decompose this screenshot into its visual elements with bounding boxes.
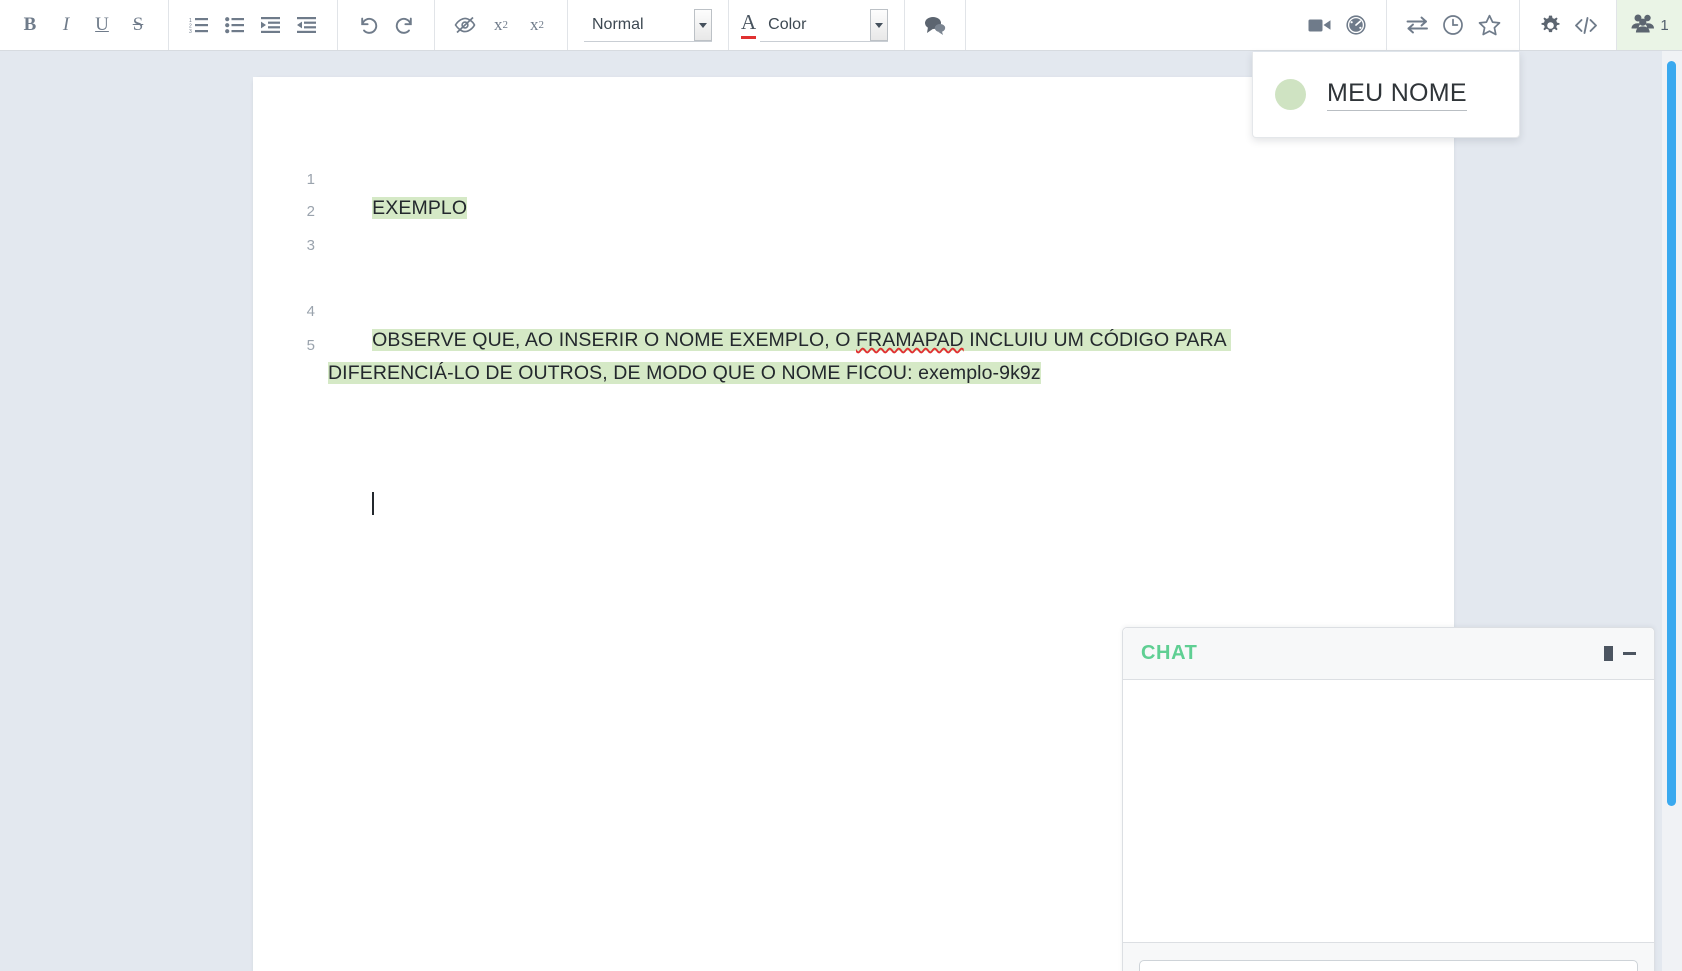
superscript-icon[interactable]: x2 — [483, 6, 519, 44]
ordered-list-icon[interactable]: 123 — [181, 6, 217, 44]
connected-users-count: 1 — [1660, 16, 1669, 34]
text-caret — [372, 492, 375, 515]
dashboard-gauge-icon[interactable] — [1338, 6, 1374, 44]
document-line-3[interactable]: OBSERVE QUE, AO INSERIR O NOME EXEMPLO, … — [328, 291, 1328, 423]
line-number: 1 — [306, 171, 315, 188]
scrollbar-thumb[interactable] — [1667, 61, 1676, 806]
editor-toolbar: B I U S 123 x2 x2 Normal A Color 1 — [0, 0, 1682, 51]
chat-footer — [1123, 943, 1654, 971]
font-color-letter-icon: A — [741, 11, 757, 39]
document-line-1-text: EXEMPLO — [372, 197, 468, 219]
chevron-down-icon[interactable] — [870, 9, 889, 41]
embed-code-icon[interactable] — [1568, 6, 1604, 44]
paragraph-text-part-1: OBSERVE QUE, AO INSERIR O NOME EXEMPLO, … — [372, 329, 857, 351]
redo-icon[interactable] — [386, 6, 422, 44]
toolbar-group-settings — [1520, 0, 1616, 50]
star-icon[interactable] — [1471, 6, 1507, 44]
misspelled-word[interactable]: FRAMAPAD — [856, 329, 964, 351]
settings-gear-icon[interactable] — [1532, 6, 1568, 44]
minimize-icon[interactable] — [1623, 652, 1636, 655]
toolbar-group-paragraph-style: Normal — [568, 0, 729, 50]
line-number: 5 — [306, 337, 315, 354]
chevron-down-icon[interactable] — [694, 9, 712, 41]
avatar — [1275, 79, 1306, 110]
paragraph-style-value: Normal — [592, 15, 644, 33]
toolbar-group-history — [338, 0, 435, 50]
comment-icon[interactable] — [917, 6, 953, 44]
chat-title: CHAT — [1141, 642, 1198, 664]
chat-message-list — [1123, 680, 1654, 943]
toolbar-group-marks: x2 x2 — [435, 0, 568, 50]
line-number-gutter: 1 2 3 4 5 — [253, 77, 328, 971]
toolbar-group-text-format: B I U S — [0, 0, 169, 50]
unordered-list-icon[interactable] — [217, 6, 253, 44]
undo-icon[interactable] — [350, 6, 386, 44]
bold-icon[interactable]: B — [12, 6, 48, 44]
expand-icon[interactable] — [1604, 646, 1613, 661]
document-line-4[interactable] — [328, 423, 1454, 456]
document-paragraph-highlight: OBSERVE QUE, AO INSERIR O NOME EXEMPLO, … — [328, 329, 1232, 384]
clear-authorship-colors-icon[interactable] — [447, 6, 483, 44]
users-icon — [1630, 13, 1656, 38]
svg-text:3: 3 — [189, 29, 192, 34]
line-number: 3 — [306, 237, 315, 254]
video-camera-icon[interactable] — [1302, 6, 1338, 44]
chat-header: CHAT — [1123, 628, 1654, 680]
line-number: 2 — [306, 203, 315, 220]
toolbar-group-font-color: A Color — [729, 0, 906, 50]
toolbar-group-tools — [1387, 0, 1520, 50]
subscript-icon[interactable]: x2 — [519, 6, 555, 44]
document-line-5[interactable] — [328, 456, 1454, 555]
font-color-select[interactable]: Color — [760, 8, 889, 42]
document-line-2[interactable] — [328, 258, 1454, 291]
toolbar-group-media — [1290, 0, 1387, 50]
editor-area: 1 2 3 4 5 EXEMPLO OBSERVE QUE, AO INSERI… — [0, 51, 1682, 971]
import-export-icon[interactable] — [1399, 6, 1435, 44]
line-number: 4 — [306, 303, 315, 320]
timeslider-history-icon[interactable] — [1435, 6, 1471, 44]
connected-users-button[interactable]: 1 — [1616, 0, 1682, 50]
indent-icon[interactable] — [253, 6, 289, 44]
document-line-1[interactable]: EXEMPLO — [328, 159, 1454, 258]
toolbar-group-comment — [905, 0, 967, 50]
strikethrough-icon[interactable]: S — [120, 6, 156, 44]
vertical-scrollbar[interactable] — [1662, 51, 1682, 971]
user-name-field[interactable]: MEU NOME — [1327, 79, 1467, 111]
toolbar-group-lists: 123 — [169, 0, 338, 50]
outdent-icon[interactable] — [289, 6, 325, 44]
document-text-body[interactable]: EXEMPLO OBSERVE QUE, AO INSERIR O NOME E… — [328, 77, 1454, 555]
underline-icon[interactable]: U — [84, 6, 120, 44]
italic-icon[interactable]: I — [48, 6, 84, 44]
chat-panel: CHAT — [1122, 627, 1655, 971]
paragraph-style-select[interactable]: Normal — [584, 8, 712, 42]
chat-message-input[interactable] — [1139, 960, 1638, 971]
user-list-popup: MEU NOME — [1252, 52, 1520, 138]
font-color-value: Color — [768, 15, 807, 33]
